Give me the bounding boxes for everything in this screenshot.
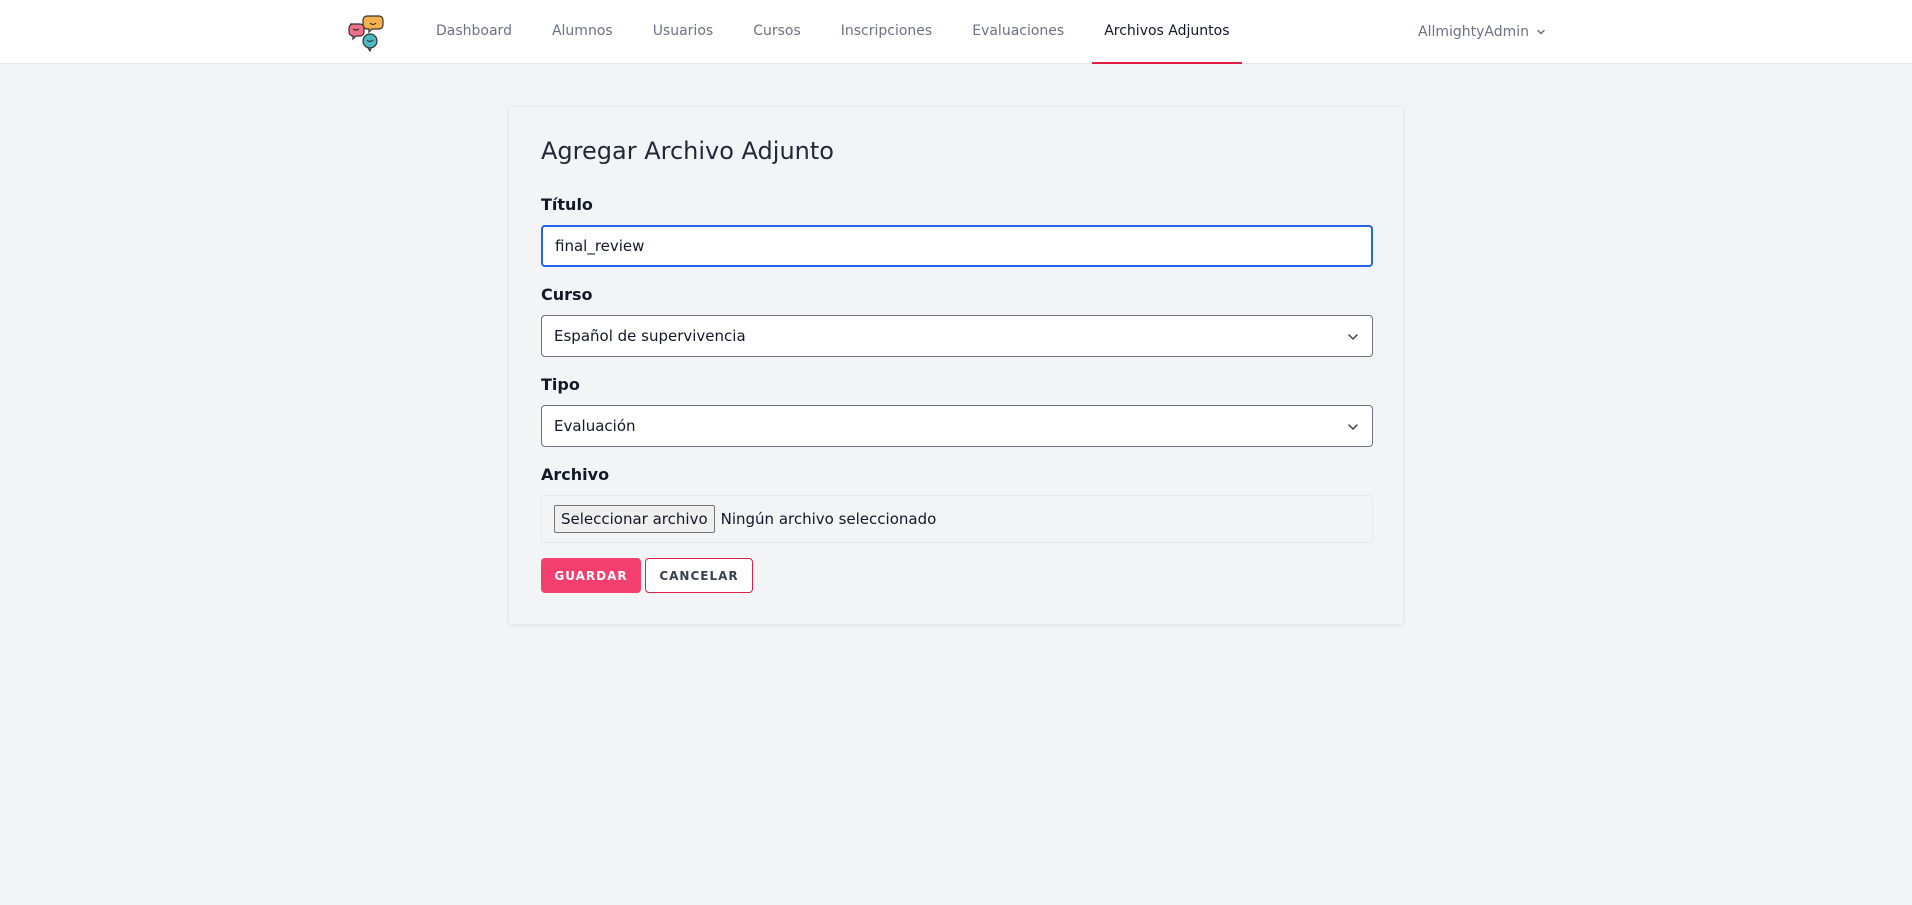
select-file-button[interactable]: Seleccionar archivo bbox=[554, 505, 715, 533]
curso-label: Curso bbox=[541, 285, 593, 304]
nav-item-cursos[interactable]: Cursos bbox=[741, 0, 813, 64]
nav-item-usuarios[interactable]: Usuarios bbox=[641, 0, 726, 64]
chevron-down-icon bbox=[1348, 424, 1358, 430]
save-button[interactable]: GUARDAR bbox=[541, 558, 641, 593]
titulo-input[interactable] bbox=[541, 225, 1373, 267]
tipo-label: Tipo bbox=[541, 375, 580, 394]
titulo-label: Título bbox=[541, 195, 593, 214]
user-menu[interactable]: AllmightyAdmin bbox=[1418, 0, 1558, 64]
nav-item-evaluaciones[interactable]: Evaluaciones bbox=[960, 0, 1076, 64]
attachment-form-card: Agregar Archivo Adjunto Título Curso Esp… bbox=[508, 106, 1404, 625]
archivo-label: Archivo bbox=[541, 465, 610, 484]
chevron-down-icon bbox=[1537, 29, 1545, 35]
app-logo[interactable] bbox=[346, 12, 386, 53]
nav-item-archivos-adjuntos[interactable]: Archivos Adjuntos bbox=[1092, 0, 1242, 64]
archivo-file-input: Seleccionar archivo Ningún archivo selec… bbox=[541, 495, 1373, 543]
user-name: AllmightyAdmin bbox=[1418, 24, 1530, 40]
chevron-down-icon bbox=[1348, 334, 1358, 340]
top-navigation: Dashboard Alumnos Usuarios Cursos Inscri… bbox=[0, 0, 1912, 64]
nav-item-inscripciones[interactable]: Inscripciones bbox=[829, 0, 944, 64]
tipo-select[interactable]: Evaluación bbox=[541, 405, 1373, 447]
nav-links: Dashboard Alumnos Usuarios Cursos Inscri… bbox=[424, 0, 1258, 64]
chat-bubbles-icon bbox=[348, 15, 384, 53]
curso-selected-value: Español de supervivencia bbox=[554, 327, 746, 345]
page-title: Agregar Archivo Adjunto bbox=[541, 137, 834, 165]
cancel-button[interactable]: CANCELAR bbox=[645, 558, 753, 593]
tipo-selected-value: Evaluación bbox=[554, 417, 636, 435]
nav-item-dashboard[interactable]: Dashboard bbox=[424, 0, 524, 64]
nav-item-alumnos[interactable]: Alumnos bbox=[540, 0, 625, 64]
curso-select[interactable]: Español de supervivencia bbox=[541, 315, 1373, 357]
file-status-text: Ningún archivo seleccionado bbox=[720, 510, 937, 528]
